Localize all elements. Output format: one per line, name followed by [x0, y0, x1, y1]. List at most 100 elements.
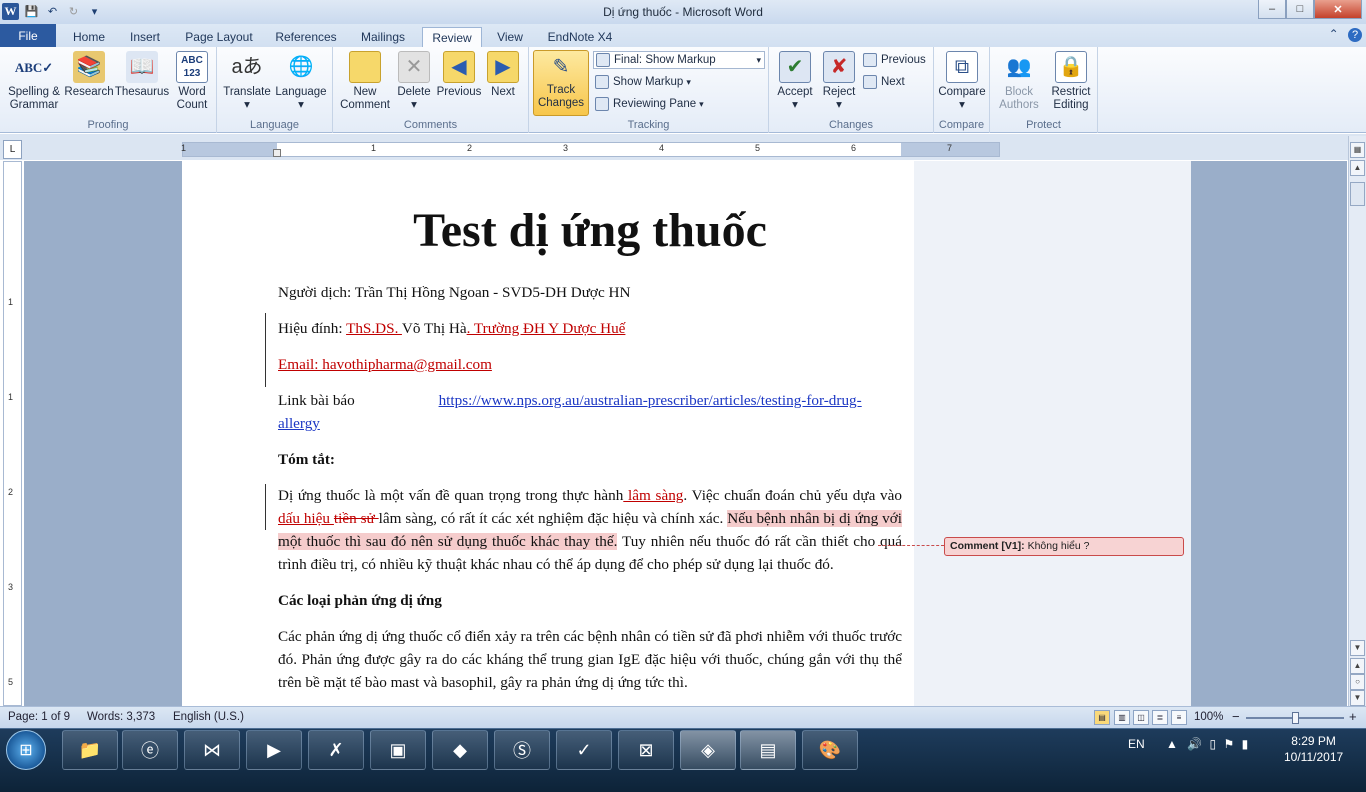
word-count[interactable]: Words: 3,373	[87, 711, 155, 723]
previous-change-button[interactable]: Previous	[863, 51, 926, 69]
save-icon[interactable]: 💾	[23, 3, 40, 20]
ruler-number: 1	[8, 297, 14, 307]
comment-balloon[interactable]: Comment [V1]: Không hiểu ?	[944, 537, 1184, 556]
input-language-indicator[interactable]: EN	[1128, 737, 1145, 751]
document-title: Test dị ứng thuốc	[413, 204, 767, 257]
indent-marker[interactable]	[273, 149, 281, 157]
help-icon[interactable]: ?	[1348, 28, 1362, 42]
clock[interactable]: 8:29 PM 10/11/2017	[1284, 733, 1343, 765]
new-comment-button[interactable]: New Comment	[337, 51, 393, 112]
draft-view-button[interactable]: ≡	[1171, 710, 1187, 725]
accept-button[interactable]: ✔ Accept ▾	[773, 51, 817, 112]
page-indicator[interactable]: Page: 1 of 9	[8, 711, 70, 723]
tab-review[interactable]: Review	[422, 27, 482, 48]
minimize-ribbon-icon[interactable]: ⌃	[1329, 27, 1339, 41]
document-page[interactable]: Test dị ứng thuốc Người dịch: Trần Thị H…	[182, 161, 1191, 706]
browse-object-button[interactable]: ○	[1350, 674, 1365, 690]
group-comments: New Comment ✕ Delete ▾ ◀ Previous ▶ Next C…	[333, 47, 529, 133]
folder-app-icon[interactable]: ◆	[432, 730, 488, 770]
ruler-number: 1	[371, 143, 377, 153]
tab-references[interactable]: References	[270, 27, 342, 47]
block-authors-button[interactable]: 👥 Block Authors	[994, 51, 1044, 112]
unikey-icon[interactable]: ▣	[370, 730, 426, 770]
volume-icon[interactable]: 🔊	[1187, 737, 1202, 751]
translate-button[interactable]: aあ Translate ▾	[221, 51, 273, 112]
reviewing-pane-button[interactable]: Reviewing Pane ▾	[595, 95, 704, 113]
previous-comment-button[interactable]: ◀ Previous	[435, 51, 483, 99]
word-app-icon[interactable]: W	[2, 3, 19, 20]
web-layout-button[interactable]: ◫	[1133, 710, 1149, 725]
language-button[interactable]: 🌐 Language ▾	[273, 51, 329, 112]
tab-insert[interactable]: Insert	[122, 27, 168, 47]
active-app-icon[interactable]: ◈	[680, 730, 736, 770]
thesaurus-button[interactable]: 📖 Thesaurus	[114, 51, 170, 99]
reject-button[interactable]: ✘ Reject ▾	[817, 51, 861, 112]
horizontal-ruler[interactable]: 1 1 2 3 4 5 6 7	[181, 142, 1000, 157]
quick-access-toolbar: W 💾 ↶ ↻ ▾	[2, 3, 103, 20]
track-changes-button[interactable]: ✎ Track Changes	[533, 50, 589, 116]
delete-comment-button[interactable]: ✕ Delete ▾	[393, 51, 435, 112]
show-markup-button[interactable]: Show Markup ▾	[595, 73, 691, 91]
group-protect: 👥 Block Authors 🔒 Restrict Editing Protect	[990, 47, 1098, 133]
green-app-icon[interactable]: ✓	[556, 730, 612, 770]
new-comment-icon	[349, 51, 381, 83]
vertical-scrollbar[interactable]: ▦ ▲ ▼ ▲ ○ ▼	[1348, 136, 1366, 706]
excel-icon[interactable]: ✗	[308, 730, 364, 770]
media-player-icon[interactable]: ▶	[246, 730, 302, 770]
redo-icon[interactable]: ↻	[65, 3, 82, 20]
zoom-in-button[interactable]: +	[1349, 709, 1357, 724]
scroll-down-button[interactable]: ▼	[1350, 640, 1365, 656]
previous-page-button[interactable]: ▲	[1350, 658, 1365, 674]
group-language: aあ Translate ▾ 🌐 Language ▾ Language	[217, 47, 333, 133]
tray-overflow-icon[interactable]: ▲	[1166, 737, 1178, 751]
display-for-review-select[interactable]: Final: Show Markup ▾	[593, 51, 765, 69]
word-taskbar-icon[interactable]: ▤	[740, 730, 796, 770]
next-page-button[interactable]: ▼	[1350, 690, 1365, 706]
action-center-flag-icon[interactable]: ⚑	[1224, 737, 1235, 751]
tab-view[interactable]: View	[490, 27, 530, 47]
maximize-button[interactable]: □	[1286, 0, 1314, 19]
battery-icon[interactable]: ▯	[1210, 737, 1217, 751]
explorer-icon[interactable]: 📁	[62, 730, 118, 770]
tab-home[interactable]: Home	[64, 27, 114, 47]
zoom-out-button[interactable]: −	[1232, 709, 1240, 724]
compare-button[interactable]: ⧉ Compare ▾	[936, 51, 988, 112]
next-comment-button[interactable]: ▶ Next	[483, 51, 523, 99]
network-icon[interactable]: ▮	[1242, 737, 1249, 751]
block-authors-icon: 👥	[1006, 55, 1032, 78]
word-count-button[interactable]: ABC 123 Word Count	[170, 51, 214, 112]
minimize-button[interactable]: –	[1258, 0, 1286, 19]
tab-file[interactable]: File	[0, 24, 56, 47]
group-label-protect: Protect	[1026, 119, 1061, 131]
tab-selector[interactable]: L	[3, 140, 22, 159]
undo-icon[interactable]: ↶	[44, 3, 61, 20]
paint-icon[interactable]: 🎨	[802, 730, 858, 770]
full-screen-reading-button[interactable]: ▥	[1114, 710, 1130, 725]
scroll-up-button[interactable]: ▲	[1350, 160, 1365, 176]
visual-studio-icon[interactable]: ⋈	[184, 730, 240, 770]
start-button[interactable]: ⊞	[6, 730, 46, 770]
scroll-thumb[interactable]	[1350, 182, 1365, 206]
next-change-button[interactable]: Next	[863, 73, 905, 91]
spelling-grammar-button[interactable]: ABC✓ Spelling & Grammar	[4, 51, 64, 112]
restrict-editing-button[interactable]: 🔒 Restrict Editing	[1046, 51, 1096, 112]
zoom-slider-thumb[interactable]	[1292, 712, 1299, 724]
internet-explorer-icon[interactable]: ⓔ	[122, 730, 178, 770]
article-link[interactable]: https://www.nps.org.au/australian-prescr…	[439, 392, 862, 409]
document-body[interactable]: Test dị ứng thuốc Người dịch: Trần Thị H…	[265, 201, 902, 706]
close-button[interactable]: ✕	[1314, 0, 1362, 19]
ruler-toggle-button[interactable]: ▦	[1350, 142, 1365, 158]
zoom-level[interactable]: 100%	[1194, 711, 1223, 723]
article-link[interactable]: allergy	[278, 415, 320, 432]
tab-endnote[interactable]: EndNote X4	[540, 27, 620, 47]
outline-view-button[interactable]: ≣	[1152, 710, 1168, 725]
tab-mailings[interactable]: Mailings	[352, 27, 414, 47]
red-app-icon[interactable]: ⊠	[618, 730, 674, 770]
language-indicator[interactable]: English (U.S.)	[173, 711, 244, 723]
vertical-ruler[interactable]: 1 1 2 3 5	[3, 161, 22, 706]
tab-page-layout[interactable]: Page Layout	[178, 27, 260, 47]
print-layout-view-button[interactable]: ▤	[1094, 710, 1110, 725]
customize-qat-icon[interactable]: ▾	[86, 3, 103, 20]
research-button[interactable]: 📚 Research	[62, 51, 116, 99]
skype-icon[interactable]: Ⓢ	[494, 730, 550, 770]
